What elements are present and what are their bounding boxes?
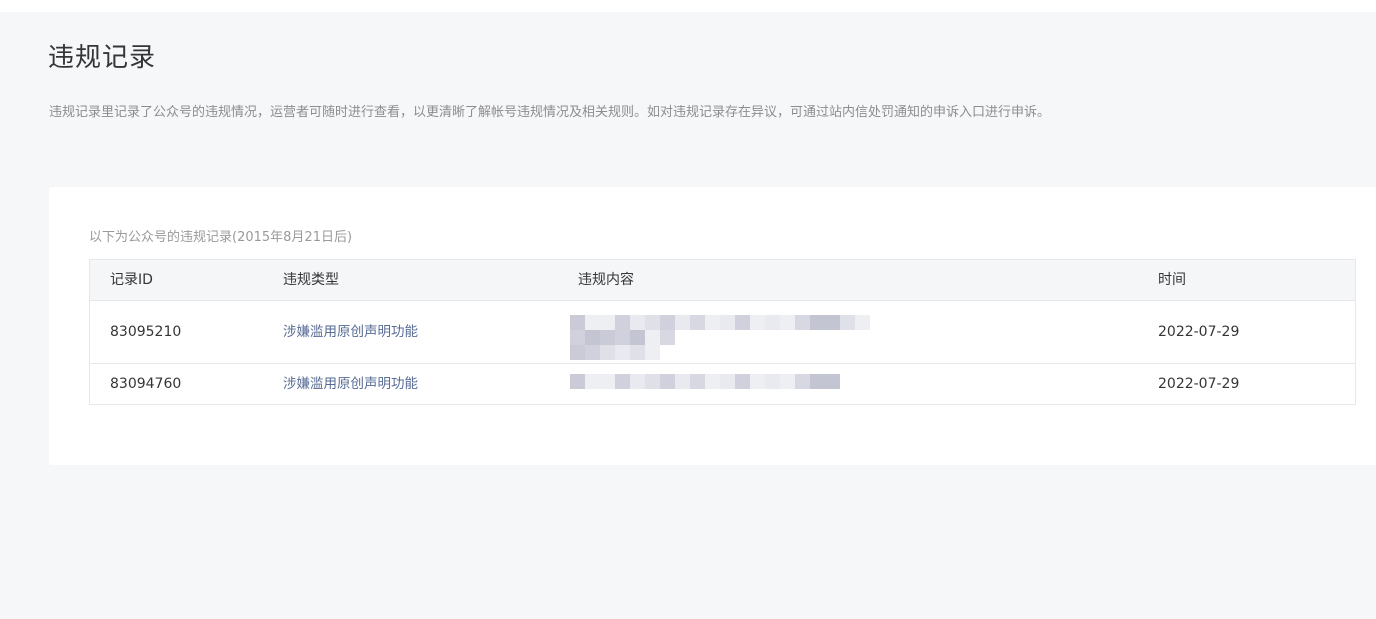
- redaction-pixel: [765, 315, 780, 330]
- column-header-content: 违规内容: [578, 272, 634, 288]
- redaction-pixel: [705, 374, 720, 389]
- redaction-pixel: [630, 330, 645, 345]
- redaction-pixel: [660, 330, 675, 345]
- records-table: 记录ID 违规类型 违规内容 时间 83095210 涉嫌滥用原创声明功能 20…: [89, 259, 1356, 405]
- redaction-pixel: [795, 315, 810, 330]
- column-header-time: 时间: [1158, 272, 1186, 288]
- redaction-pixel: [795, 374, 810, 389]
- redaction-pixel: [690, 374, 705, 389]
- redaction-pixel: [570, 345, 585, 360]
- redaction-pixel: [645, 330, 660, 345]
- redaction-pixel: [630, 374, 645, 389]
- column-header-id: 记录ID: [110, 272, 153, 288]
- redaction-pixel: [660, 374, 675, 389]
- redaction-pixel: [705, 315, 720, 330]
- redaction-pixel: [600, 315, 615, 330]
- record-id: 83095210: [110, 324, 182, 340]
- violation-type-link[interactable]: 涉嫌滥用原创声明功能: [283, 322, 418, 342]
- redaction-pixel: [855, 315, 870, 330]
- redaction-pixel: [750, 374, 765, 389]
- redaction-pixel: [810, 374, 825, 389]
- redaction-pixel: [615, 330, 630, 345]
- record-time: 2022-07-29: [1158, 324, 1240, 340]
- redaction-pixel: [585, 374, 600, 389]
- redaction-pixel: [615, 315, 630, 330]
- table-header: 记录ID 违规类型 违规内容 时间: [90, 260, 1355, 301]
- redaction-pixel: [630, 315, 645, 330]
- redaction-pixel: [750, 315, 765, 330]
- redaction-pixel: [765, 374, 780, 389]
- redaction-pixel: [600, 345, 615, 360]
- redaction-pixel: [675, 315, 690, 330]
- redaction-pixel: [585, 315, 600, 330]
- redaction-pixel: [690, 315, 705, 330]
- redaction-pixel: [645, 374, 660, 389]
- redaction-pixel: [735, 374, 750, 389]
- redaction-pixel: [780, 315, 795, 330]
- column-header-type: 违规类型: [283, 272, 339, 288]
- redaction-pixel: [720, 315, 735, 330]
- redaction-pixel: [630, 345, 645, 360]
- redaction-pixel: [720, 374, 735, 389]
- redaction-pixel: [660, 315, 675, 330]
- redaction-pixel: [645, 315, 660, 330]
- redaction-pixel: [615, 345, 630, 360]
- table-caption: 以下为公众号的违规记录(2015年8月21日后): [89, 230, 353, 245]
- redaction-pixel: [735, 315, 750, 330]
- redaction-pixel: [645, 345, 660, 360]
- record-time: 2022-07-29: [1158, 376, 1240, 392]
- records-card: 以下为公众号的违规记录(2015年8月21日后) 记录ID 违规类型 违规内容 …: [49, 187, 1376, 465]
- redaction-pixel: [780, 374, 795, 389]
- redaction-pixel: [825, 315, 840, 330]
- redaction-pixel: [585, 330, 600, 345]
- redaction-pixel: [600, 374, 615, 389]
- redaction-pixel: [675, 374, 690, 389]
- record-id: 83094760: [110, 376, 182, 392]
- page-description: 违规记录里记录了公众号的违规情况，运营者可随时进行查看，以更清晰了解帐号违规情况…: [49, 105, 1051, 120]
- redaction-pixel: [585, 345, 600, 360]
- table-row: 83095210 涉嫌滥用原创声明功能 2022-07-29: [90, 301, 1355, 364]
- redaction-pixel: [600, 330, 615, 345]
- page-title: 违规记录: [48, 43, 157, 73]
- redaction-pixel: [825, 374, 840, 389]
- violation-type-link[interactable]: 涉嫌滥用原创声明功能: [283, 374, 418, 394]
- table-row: 83094760 涉嫌滥用原创声明功能 2022-07-29: [90, 364, 1355, 404]
- redaction-pixel: [840, 315, 855, 330]
- redaction-pixel: [570, 330, 585, 345]
- redaction-pixel: [570, 374, 585, 389]
- redaction-pixel: [810, 315, 825, 330]
- top-bar: [0, 0, 1376, 12]
- redaction-pixel: [570, 315, 585, 330]
- redaction-pixel: [615, 374, 630, 389]
